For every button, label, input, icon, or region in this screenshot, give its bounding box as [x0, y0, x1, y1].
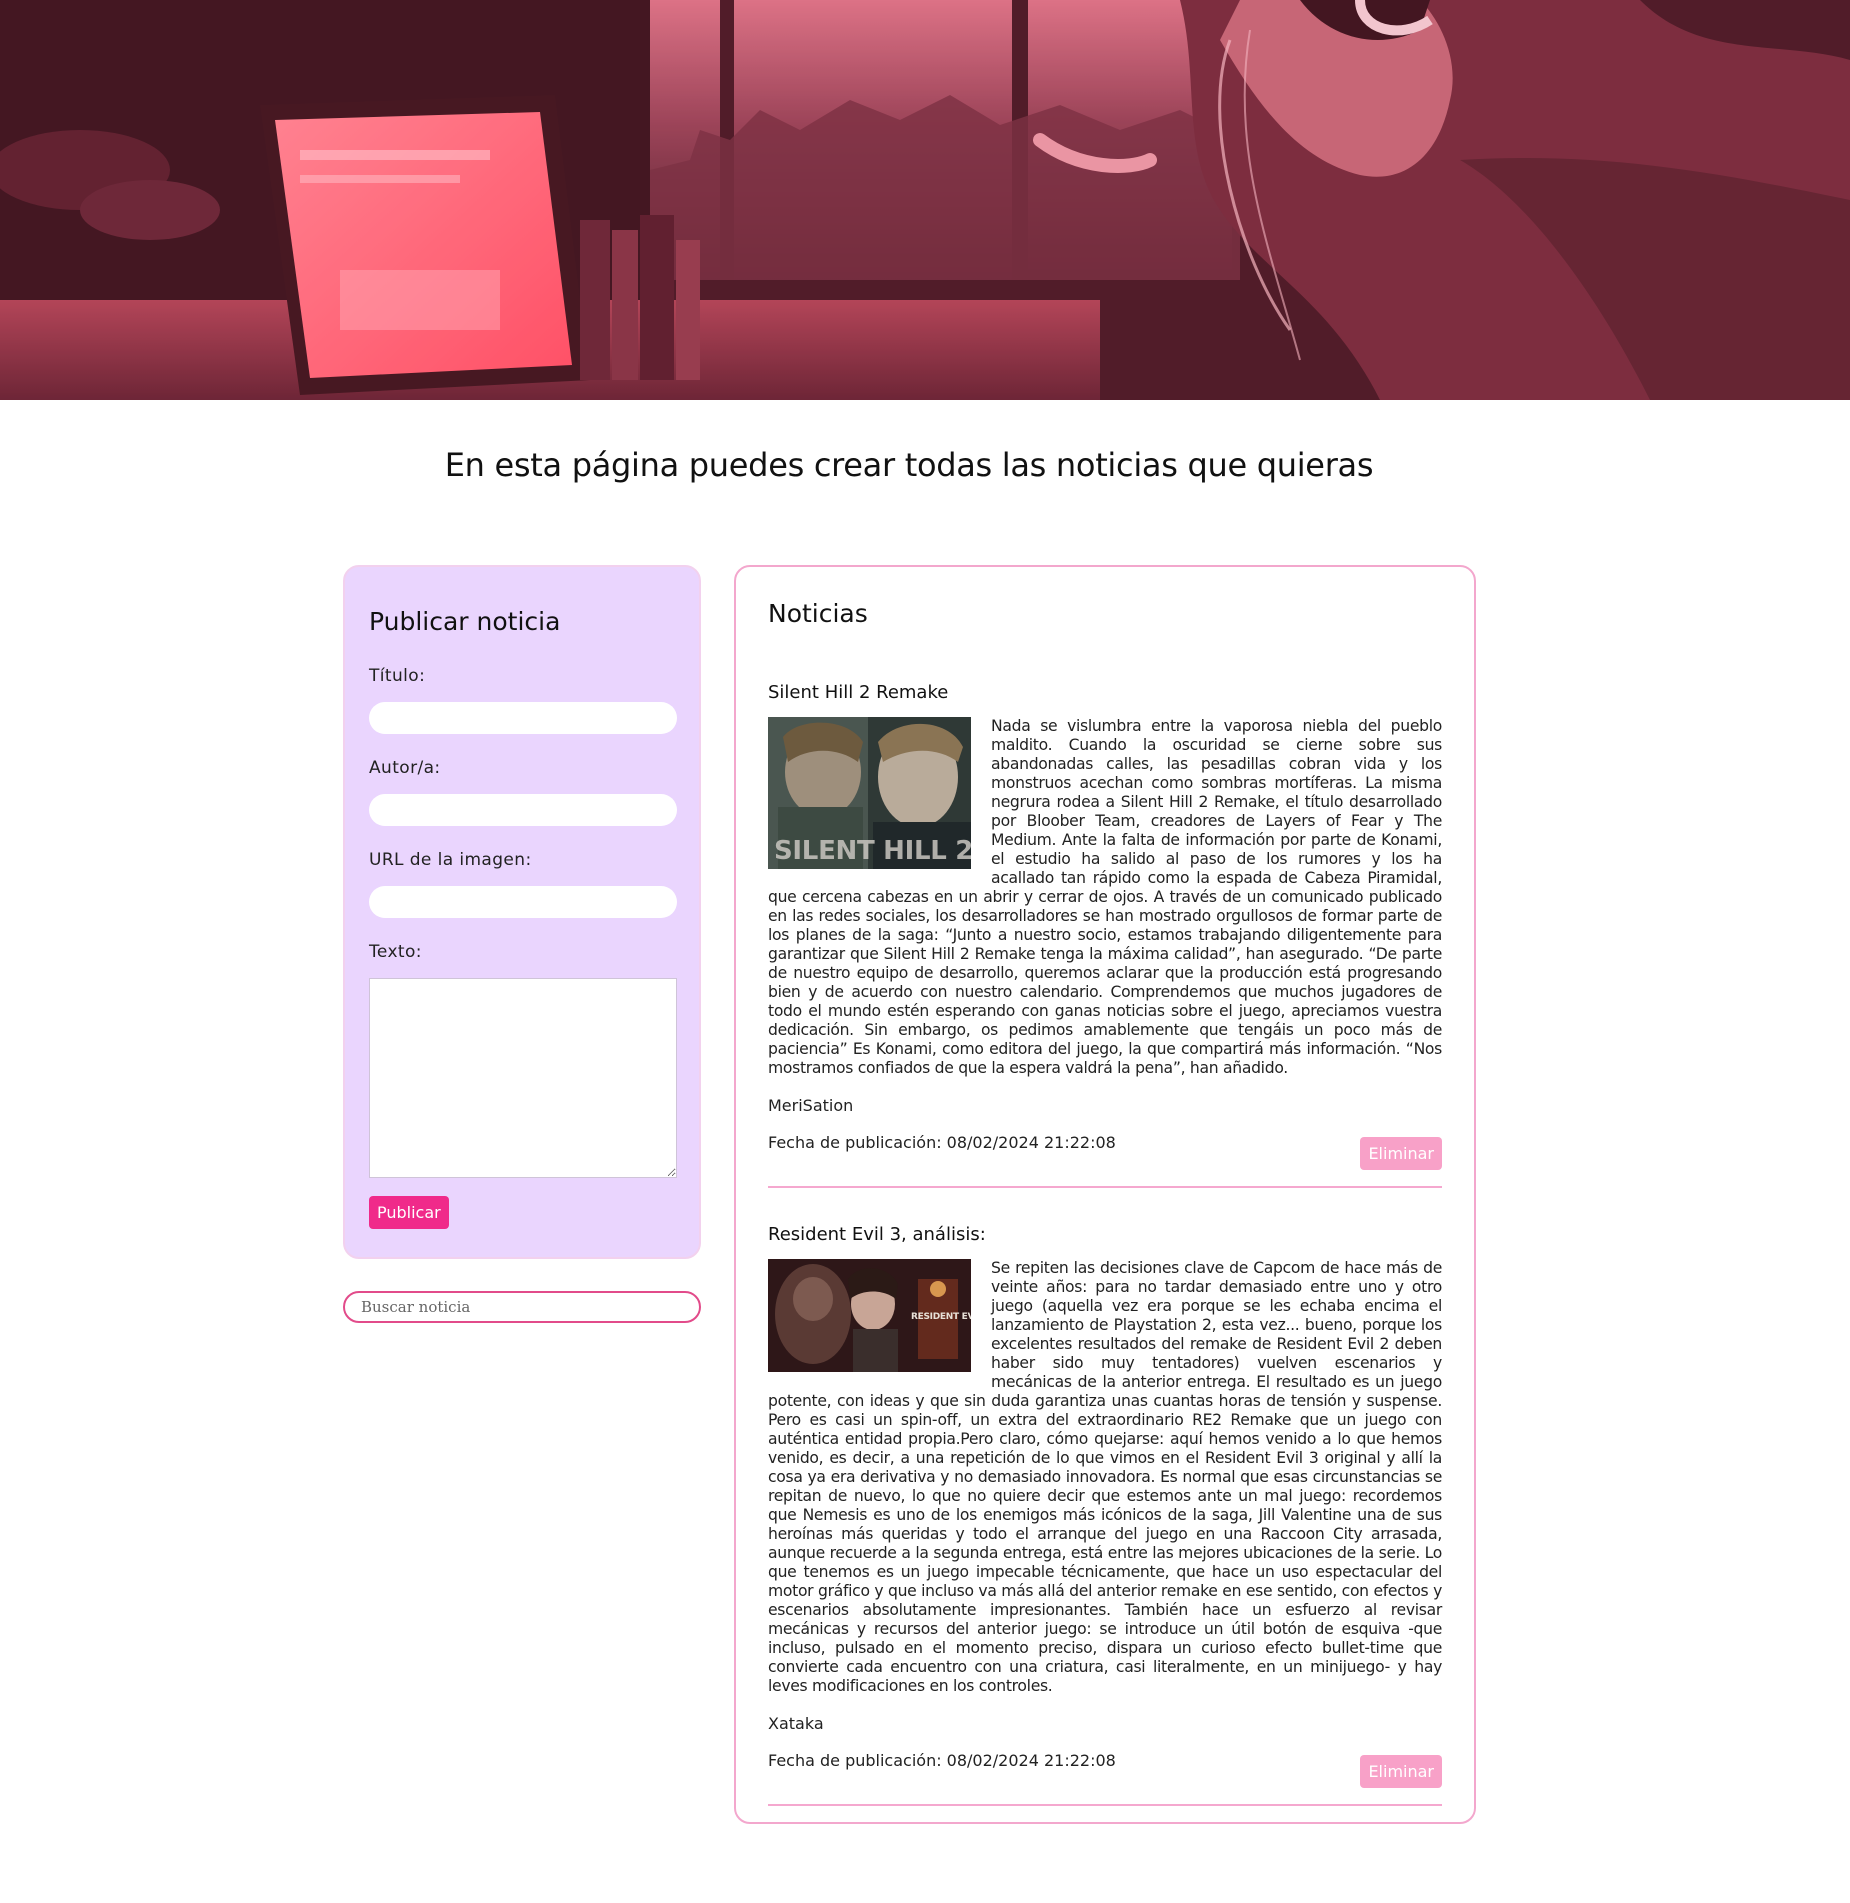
silent-hill-cover-image: SILENT HILL 2 [768, 717, 971, 869]
article-footer: Fecha de publicación: 08/02/2024 21:22:0… [768, 1131, 1442, 1186]
article-author: MeriSation [768, 1096, 854, 1115]
article-body: SILENT HILL 2 Nada se vislumbra entre la… [768, 717, 1442, 1078]
article-footer: Fecha de publicación: 08/02/2024 21:22:0… [768, 1749, 1442, 1804]
resident-evil-cover-image: RESIDENT EVIL 3 [768, 1259, 971, 1372]
article-author: Xataka [768, 1714, 824, 1733]
image-url-label: URL de la imagen: [369, 850, 532, 870]
author-label: Autor/a: [369, 758, 441, 778]
text-textarea[interactable] [369, 978, 677, 1178]
delete-button[interactable]: Eliminar [1360, 1137, 1442, 1170]
news-article: Resident Evil 3, análisis: RESIDENT EVIL… [768, 1224, 1442, 1806]
title-label: Título: [369, 666, 426, 686]
text-label: Texto: [369, 942, 422, 962]
article-image: SILENT HILL 2 [768, 717, 971, 869]
resident-evil-logo-text: RESIDENT EVIL 3 [911, 1312, 971, 1322]
news-article: Silent Hill 2 Remake SILENT HILL 2 Nada … [768, 682, 1442, 1188]
hero-illustration [0, 0, 1850, 400]
article-image: RESIDENT EVIL 3 [768, 1259, 971, 1372]
search-input[interactable] [343, 1291, 701, 1323]
hero-banner [0, 0, 1850, 400]
page-title: En esta página puedes crear todas las no… [444, 446, 1374, 484]
article-title: Silent Hill 2 Remake [768, 682, 949, 703]
author-input[interactable] [369, 794, 677, 826]
article-title: Resident Evil 3, análisis: [768, 1224, 986, 1245]
publish-form-panel: Publicar noticia Título: Autor/a: URL de… [343, 565, 701, 1259]
news-panel: Noticias Silent Hill 2 Remake SILENT HIL… [734, 565, 1476, 1824]
image-url-input[interactable] [369, 886, 677, 918]
title-input[interactable] [369, 702, 677, 734]
silent-hill-logo-text: SILENT HILL 2 [774, 836, 971, 866]
publish-form-title: Publicar noticia [369, 607, 561, 636]
article-date: Fecha de publicación: 08/02/2024 21:22:0… [768, 1751, 1116, 1770]
publish-button[interactable]: Publicar [369, 1196, 449, 1229]
news-title: Noticias [768, 599, 868, 628]
article-date: Fecha de publicación: 08/02/2024 21:22:0… [768, 1133, 1116, 1152]
article-body: RESIDENT EVIL 3 Se repiten las decisione… [768, 1259, 1442, 1696]
delete-button[interactable]: Eliminar [1360, 1755, 1442, 1788]
